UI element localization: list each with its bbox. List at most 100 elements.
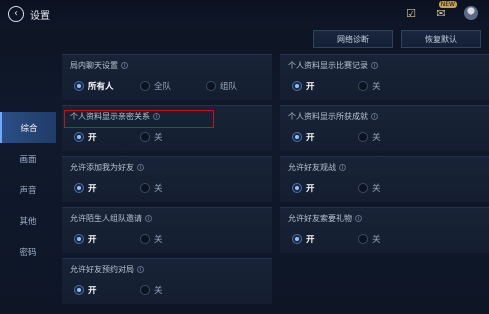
info-icon[interactable]: i bbox=[121, 62, 128, 69]
option-label: 关 bbox=[154, 184, 163, 194]
info-icon[interactable]: i bbox=[371, 62, 378, 69]
option-label: 组队 bbox=[220, 82, 238, 92]
sidebar-item-general[interactable]: 综合 bbox=[0, 112, 56, 143]
restore-default-button[interactable]: 恢复默认 bbox=[401, 30, 481, 48]
info-icon[interactable]: i bbox=[355, 215, 362, 222]
network-diagnosis-button[interactable]: 网络诊断 bbox=[313, 30, 393, 48]
radio-selected-icon bbox=[292, 132, 302, 142]
radio-selected-icon bbox=[292, 81, 302, 91]
radio-icon bbox=[358, 234, 368, 244]
setting-allow-friend-booking: 允许好友预约对局 i 开 关 bbox=[62, 258, 272, 304]
radio-icon bbox=[358, 183, 368, 193]
setting-title: 允许好友观战 bbox=[288, 163, 336, 172]
option-label: 关 bbox=[154, 286, 163, 296]
highlight-box bbox=[64, 110, 214, 128]
option-off[interactable]: 关 bbox=[358, 80, 381, 92]
setting-allow-friend-spectate: 允许好友观战 i 开 关 bbox=[280, 156, 489, 202]
option-label: 开 bbox=[306, 82, 315, 92]
info-icon[interactable]: i bbox=[137, 164, 144, 171]
option-off[interactable]: 关 bbox=[140, 182, 163, 194]
option-label: 开 bbox=[306, 184, 315, 194]
option-off[interactable]: 关 bbox=[358, 233, 381, 245]
top-bar: ‹ 设置 ☑ ✉ NEW bbox=[0, 0, 489, 28]
option-label: 开 bbox=[88, 133, 97, 143]
radio-icon bbox=[140, 132, 150, 142]
sidebar: 综合 画面 声音 其他 密码 bbox=[0, 112, 56, 267]
setting-title: 局内聊天设置 bbox=[70, 61, 118, 70]
radio-selected-icon bbox=[74, 285, 84, 295]
radio-selected-icon bbox=[74, 183, 84, 193]
back-arrow-icon[interactable]: ‹ bbox=[8, 6, 24, 22]
option-label: 关 bbox=[154, 235, 163, 245]
option-off[interactable]: 关 bbox=[358, 182, 381, 194]
radio-icon bbox=[358, 132, 368, 142]
option-off[interactable]: 关 bbox=[140, 284, 163, 296]
option-squad[interactable]: 组队 bbox=[206, 80, 237, 92]
setting-title: 允许好友索要礼物 bbox=[288, 214, 352, 223]
setting-title: 允许陌生人组队邀请 bbox=[70, 214, 142, 223]
option-on[interactable]: 开 bbox=[74, 284, 140, 296]
setting-show-match-record: 个人资料显示比赛记录 i 开 关 bbox=[280, 54, 489, 100]
option-label: 开 bbox=[88, 184, 97, 194]
info-icon[interactable]: i bbox=[339, 164, 346, 171]
mail-badge: NEW bbox=[438, 1, 457, 8]
sidebar-item-password[interactable]: 密码 bbox=[0, 236, 56, 267]
radio-icon bbox=[358, 81, 368, 91]
setting-show-achievements: 个人资料显示所获成就 i 开 关 bbox=[280, 105, 489, 151]
sidebar-item-sound[interactable]: 声音 bbox=[0, 174, 56, 205]
option-on[interactable]: 开 bbox=[292, 131, 358, 143]
avatar[interactable] bbox=[463, 5, 479, 21]
radio-selected-icon bbox=[74, 132, 84, 142]
option-off[interactable]: 关 bbox=[140, 233, 163, 245]
top-icons: ☑ ✉ NEW bbox=[403, 1, 479, 21]
option-on[interactable]: 开 bbox=[74, 131, 140, 143]
option-label: 关 bbox=[154, 133, 163, 143]
setting-title: 个人资料显示所获成就 bbox=[288, 112, 368, 121]
option-label: 开 bbox=[306, 235, 315, 245]
option-off[interactable]: 关 bbox=[358, 131, 381, 143]
sidebar-item-other[interactable]: 其他 bbox=[0, 205, 56, 236]
setting-title: 允许添加我为好友 bbox=[70, 163, 134, 172]
option-on[interactable]: 开 bbox=[292, 233, 358, 245]
setting-title: 允许好友预约对局 bbox=[70, 265, 134, 274]
action-buttons: 网络诊断 恢复默认 bbox=[313, 30, 481, 48]
option-team[interactable]: 全队 bbox=[140, 80, 206, 92]
radio-selected-icon bbox=[292, 183, 302, 193]
info-icon[interactable]: i bbox=[137, 266, 144, 273]
option-label: 开 bbox=[306, 133, 315, 143]
setting-allow-add-friend: 允许添加我为好友 i 开 关 bbox=[62, 156, 272, 202]
option-label: 所有人 bbox=[88, 82, 114, 92]
info-icon[interactable]: i bbox=[145, 215, 152, 222]
option-label: 关 bbox=[372, 235, 381, 245]
radio-icon bbox=[140, 234, 150, 244]
option-label: 关 bbox=[372, 184, 381, 194]
radio-selected-icon bbox=[74, 234, 84, 244]
option-off[interactable]: 关 bbox=[140, 131, 163, 143]
page-title: 设置 bbox=[30, 10, 50, 22]
radio-selected-icon bbox=[74, 81, 84, 91]
option-label: 全队 bbox=[154, 82, 172, 92]
option-label: 开 bbox=[88, 235, 97, 245]
option-on[interactable]: 开 bbox=[292, 182, 358, 194]
option-on[interactable]: 开 bbox=[74, 233, 140, 245]
option-on[interactable]: 开 bbox=[292, 80, 358, 92]
radio-selected-icon bbox=[292, 234, 302, 244]
task-check-icon[interactable]: ☑ bbox=[403, 5, 419, 21]
option-label: 关 bbox=[372, 82, 381, 92]
option-everyone[interactable]: 所有人 bbox=[74, 80, 140, 92]
setting-title: 个人资料显示比赛记录 bbox=[288, 61, 368, 70]
avatar-icon bbox=[464, 6, 478, 20]
mail-icon[interactable]: ✉ NEW bbox=[433, 1, 457, 21]
radio-icon bbox=[140, 81, 150, 91]
option-label: 开 bbox=[88, 286, 97, 296]
option-label: 关 bbox=[372, 133, 381, 143]
setting-allow-stranger-invite: 允许陌生人组队邀请 i 开 关 bbox=[62, 207, 272, 253]
setting-allow-gift-request: 允许好友索要礼物 i 开 关 bbox=[280, 207, 489, 253]
sidebar-item-display[interactable]: 画面 bbox=[0, 143, 56, 174]
option-on[interactable]: 开 bbox=[74, 182, 140, 194]
radio-icon bbox=[206, 81, 216, 91]
radio-icon bbox=[140, 183, 150, 193]
info-icon[interactable]: i bbox=[371, 113, 378, 120]
setting-ingame-chat: 局内聊天设置 i 所有人 全队 组队 bbox=[62, 54, 272, 100]
radio-icon bbox=[140, 285, 150, 295]
